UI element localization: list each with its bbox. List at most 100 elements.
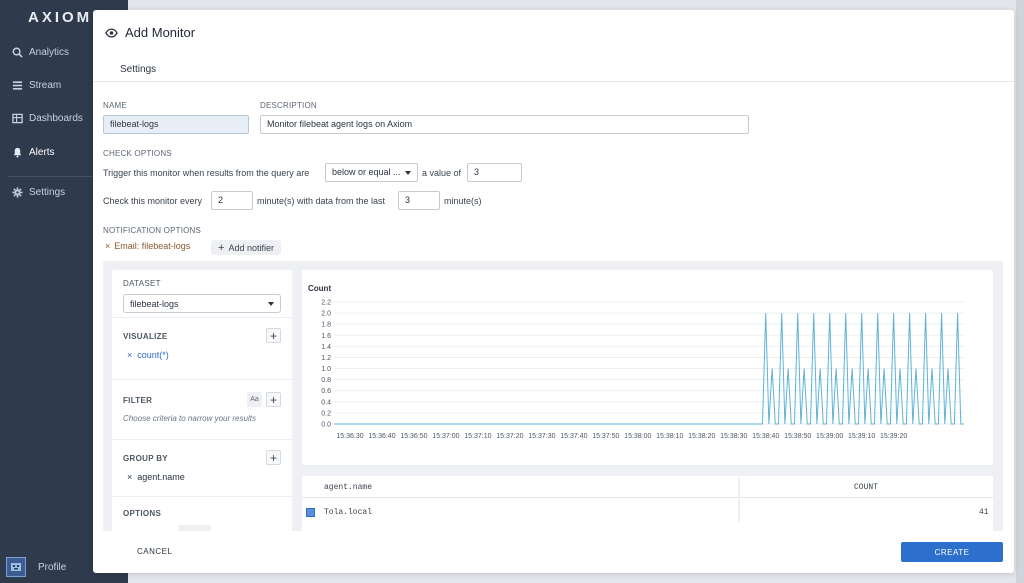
visualize-item-label: count(*): [137, 350, 169, 360]
stream-icon: [11, 79, 23, 91]
chevron-down-icon: [268, 301, 274, 306]
axiom-logo[interactable]: AXIOM: [28, 9, 92, 26]
groupby-section: GROUP BY + × agent.name: [112, 440, 292, 497]
add-monitor-modal: Add Monitor Settings NAME filebeat-logs …: [93, 10, 1014, 573]
column-divider: [738, 478, 740, 522]
x-tick-label: 15:36:40: [368, 433, 395, 440]
check-last-field[interactable]: 3: [398, 191, 440, 210]
remove-icon[interactable]: ×: [105, 241, 110, 251]
groupby-item[interactable]: × agent.name: [127, 472, 185, 482]
add-notifier-label: Add notifier: [228, 242, 274, 253]
search-icon: [11, 46, 23, 58]
visualize-item[interactable]: × count(*): [127, 350, 169, 360]
add-notifier-button[interactable]: + Add notifier: [211, 240, 281, 255]
series-color-icon: [306, 507, 315, 517]
notifier-chip[interactable]: × Email: filebeat-logs: [105, 241, 190, 251]
y-tick-label: 0.8: [321, 377, 331, 384]
x-tick-label: 15:38:00: [624, 433, 651, 440]
x-tick-label: 15:38:40: [752, 433, 779, 440]
options-label: OPTIONS: [123, 509, 162, 518]
x-tick-label: 15:38:30: [720, 433, 747, 440]
add-visualize-button[interactable]: +: [266, 328, 281, 343]
background-edge: [1016, 0, 1024, 583]
visualize-section: VISUALIZE + × count(*): [112, 318, 292, 380]
check-every-field[interactable]: 2: [211, 191, 253, 210]
sidebar-item-label: Stream: [29, 79, 62, 91]
y-tick-label: 1.2: [321, 355, 331, 362]
y-tick-label: 0.4: [321, 399, 331, 406]
y-tick-label: 1.8: [321, 322, 331, 329]
y-tick-label: 1.4: [321, 344, 331, 351]
chevron-down-icon: [405, 170, 411, 175]
dataset-label: DATASET: [123, 279, 161, 288]
chart-card: Count 0.0 0.2 0.4 0.6 0.8 1.0 1.2 1.4 1.6 1.8 2.0 2.…: [302, 270, 993, 465]
sidebar-item-label: Analytics: [29, 46, 70, 58]
bell-icon: [11, 146, 23, 158]
create-button[interactable]: CREATE: [901, 542, 1003, 562]
x-tick-label: 15:37:20: [496, 433, 523, 440]
tab-bar: Settings: [93, 56, 1014, 82]
y-tick-label: 0.0: [321, 422, 331, 429]
add-filter-button[interactable]: +: [266, 392, 281, 407]
query-area: DATASET filebeat-logs VISUALIZE + × coun…: [103, 261, 1003, 531]
cancel-button[interactable]: CANCEL: [137, 547, 172, 556]
dataset-value: filebeat-logs: [130, 298, 179, 309]
y-tick-label: 2.0: [321, 311, 331, 318]
y-tick-label: 0.2: [321, 410, 331, 417]
x-tick-label: 15:39:20: [880, 433, 907, 440]
row-count: 41: [979, 507, 989, 517]
results-table: agent.name COUNT Tola.local 41: [302, 476, 993, 531]
x-tick-label: 15:37:50: [592, 433, 619, 440]
name-field[interactable]: filebeat-logs: [103, 115, 249, 134]
count-chart: Count 0.0 0.2 0.4 0.6 0.8 1.0 1.2 1.4 1.6 1.8 2.0 2.…: [308, 284, 964, 440]
sidebar-item-label: Settings: [29, 186, 66, 198]
sidebar-item-label: Dashboards: [29, 112, 83, 124]
dataset-select[interactable]: filebeat-logs: [123, 294, 281, 313]
filter-hint: Choose criteria to narrow your results: [123, 414, 256, 423]
groupby-label: GROUP BY: [123, 454, 168, 463]
table-header: [302, 476, 993, 498]
x-tick-label: 15:36:30: [336, 433, 363, 440]
trigger-value-field[interactable]: 3: [467, 163, 522, 182]
add-groupby-button[interactable]: +: [266, 450, 281, 465]
tab-settings[interactable]: Settings: [120, 64, 156, 75]
remove-icon[interactable]: ×: [127, 472, 132, 482]
x-tick-label: 15:37:30: [528, 433, 555, 440]
filter-label: FILTER: [123, 396, 153, 405]
x-tick-label: 15:37:10: [464, 433, 491, 440]
y-tick-label: 2.2: [321, 300, 331, 307]
trigger-operator-select[interactable]: below or equal ...: [325, 163, 418, 182]
modal-header: Add Monitor: [105, 25, 195, 40]
check-prefix-text: Check this monitor every: [103, 196, 203, 206]
notifier-chip-label: Email: filebeat-logs: [114, 241, 191, 251]
x-tick-label: 15:36:50: [400, 433, 427, 440]
avatar: [6, 557, 26, 577]
notification-options-label: NOTIFICATION OPTIONS: [103, 226, 202, 235]
query-builder-panel: DATASET filebeat-logs VISUALIZE + × coun…: [112, 270, 292, 531]
eye-icon: [105, 27, 118, 38]
visualize-label: VISUALIZE: [123, 332, 168, 341]
sidebar-item-label: Alerts: [29, 146, 55, 158]
description-field[interactable]: Monitor filebeat agent logs on Axiom: [260, 115, 749, 134]
trigger-operator-value: below or equal ...: [332, 167, 401, 177]
dashboard-icon: [11, 112, 23, 124]
trigger-prefix-text: Trigger this monitor when results from t…: [103, 168, 310, 178]
profile-label: Profile: [38, 561, 67, 573]
modal-title: Add Monitor: [125, 25, 196, 40]
x-tick-label: 15:38:20: [688, 433, 715, 440]
options-toggle[interactable]: [178, 525, 211, 531]
y-tick-label: 0.6: [321, 388, 331, 395]
column-header-count[interactable]: COUNT: [854, 476, 878, 498]
column-header-agent-name[interactable]: agent.name: [324, 476, 372, 498]
gear-icon: [11, 186, 23, 198]
table-row[interactable]: Tola.local: [302, 502, 372, 522]
options-section: OPTIONS: [112, 497, 292, 531]
filter-section: FILTER Aa + Choose criteria to narrow yo…: [112, 380, 292, 440]
case-toggle-button[interactable]: Aa: [247, 392, 262, 407]
groupby-item-label: agent.name: [137, 472, 185, 482]
check-suffix-text: minute(s): [444, 196, 482, 206]
y-tick-label: 1.0: [321, 366, 331, 373]
y-tick-label: 1.6: [321, 333, 331, 340]
description-label: DESCRIPTION: [260, 101, 317, 110]
remove-icon[interactable]: ×: [127, 350, 132, 360]
